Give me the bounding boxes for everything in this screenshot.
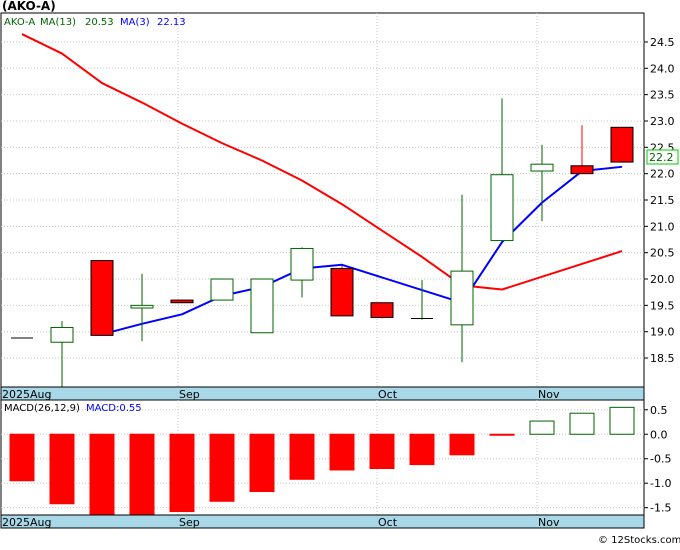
candle-body	[90, 260, 114, 336]
macd-y-tick-label: -1.0	[650, 477, 671, 490]
price-y-tick-label: 20.5	[650, 247, 675, 260]
price-y-tick-label: 21.5	[650, 194, 675, 207]
macd-bar	[9, 433, 35, 482]
legend-ma13-label: MA(13)	[40, 17, 76, 28]
stock-chart: 2025Aug Sep Oct Nov 18.5 19.0 19.5 20.0 20.5 21.…	[0, 0, 680, 546]
candle-body	[370, 302, 394, 318]
macd-bar	[409, 433, 435, 466]
price-x-tick-label: Nov	[538, 388, 560, 401]
price-y-tick-label: 19.0	[650, 326, 675, 339]
candle-body	[250, 278, 274, 334]
macd-bar	[169, 433, 195, 513]
macd-bar	[129, 433, 155, 516]
macd-y-tick-label: -0.5	[650, 453, 671, 466]
macd-bar	[209, 433, 235, 502]
price-x-tick-label: Sep	[179, 388, 200, 401]
macd-bar	[89, 433, 115, 516]
candle	[250, 278, 274, 334]
candle	[210, 278, 234, 301]
candle-body	[330, 267, 354, 317]
price-x-tick-label: 2025Aug	[2, 388, 51, 401]
macd-y-tick-label: 0.0	[650, 428, 668, 441]
candle	[90, 260, 114, 336]
legend-symbol: AKO-A	[4, 17, 35, 28]
macd-bar	[249, 433, 275, 493]
macd-bar	[609, 406, 635, 435]
watermark: © 12Stocks.com	[598, 535, 680, 546]
macd-panel: 2025Aug Sep Oct Nov 0.5 0.0 -0.5 -1.0 -1.5 MACD…	[0, 399, 671, 529]
price-y-tick-label: 24.0	[650, 62, 675, 75]
macd-legend-label: MACD(26,12,9)	[4, 403, 80, 414]
macd-y-ticks: 0.5 0.0 -0.5 -1.0 -1.5	[644, 404, 671, 515]
price-y-ticks: 18.519.019.520.020.521.021.522.022.523.0…	[644, 36, 675, 365]
legend-ma13-value: 20.53	[85, 17, 114, 28]
candle-body	[530, 163, 554, 172]
macd-y-tick-label: -1.5	[650, 502, 671, 515]
price-y-tick-label: 23.5	[650, 89, 675, 102]
candle	[330, 265, 354, 317]
candle-body	[450, 270, 474, 326]
legend-ma3-value: 22.13	[157, 17, 186, 28]
price-y-tick-label: 23.0	[650, 115, 675, 128]
candle-body	[610, 126, 634, 163]
price-y-tick-label: 20.0	[650, 273, 675, 286]
macd-x-tick-label: 2025Aug	[2, 516, 51, 529]
price-y-tick-label: 24.5	[650, 36, 675, 49]
candle-body	[570, 165, 594, 175]
price-x-tick-label: Oct	[378, 388, 398, 401]
price-y-tick-label: 21.0	[650, 220, 675, 233]
macd-bar	[489, 433, 515, 436]
macd-bar	[289, 433, 315, 480]
candle	[610, 126, 634, 163]
candle	[170, 299, 194, 304]
last-price-tag: 22.2	[646, 149, 679, 165]
macd-x-tick-label: Sep	[179, 516, 200, 529]
macd-legend-value: MACD:0.55	[86, 403, 142, 414]
macd-bar	[569, 412, 595, 435]
macd-bar	[369, 433, 395, 470]
price-y-tick-label: 18.5	[650, 352, 675, 365]
macd-y-tick-label: 0.5	[650, 404, 668, 417]
price-y-tick-label: 22.0	[650, 168, 675, 181]
macd-bar	[529, 420, 555, 435]
chart-title: (AKO-A)	[2, 0, 56, 13]
price-panel: 2025Aug Sep Oct Nov 18.5 19.0 19.5 20.0 20.5 21.…	[0, 12, 675, 401]
macd-bar	[449, 433, 475, 456]
candle-body	[290, 247, 314, 281]
price-legend: AKO-A MA(13) 20.53 MA(3) 22.13	[4, 17, 186, 28]
candle-body	[170, 299, 194, 304]
candle-body	[130, 304, 154, 309]
macd-x-tick-label: Oct	[378, 516, 398, 529]
candle	[370, 302, 394, 319]
macd-bar	[49, 433, 75, 505]
macd-x-tick-label: Nov	[538, 516, 560, 529]
macd-bar	[329, 433, 355, 471]
price-y-tick-label: 19.5	[650, 299, 675, 312]
candle-body	[490, 174, 514, 242]
chart-svg: 2025Aug Sep Oct Nov 18.5 19.0 19.5 20.0 20.5 21.…	[0, 0, 680, 546]
candle-body	[210, 278, 234, 301]
legend-ma3-label: MA(3)	[120, 17, 150, 28]
last-price-tag-text: 22.2	[649, 151, 674, 164]
candle-body	[50, 326, 74, 343]
